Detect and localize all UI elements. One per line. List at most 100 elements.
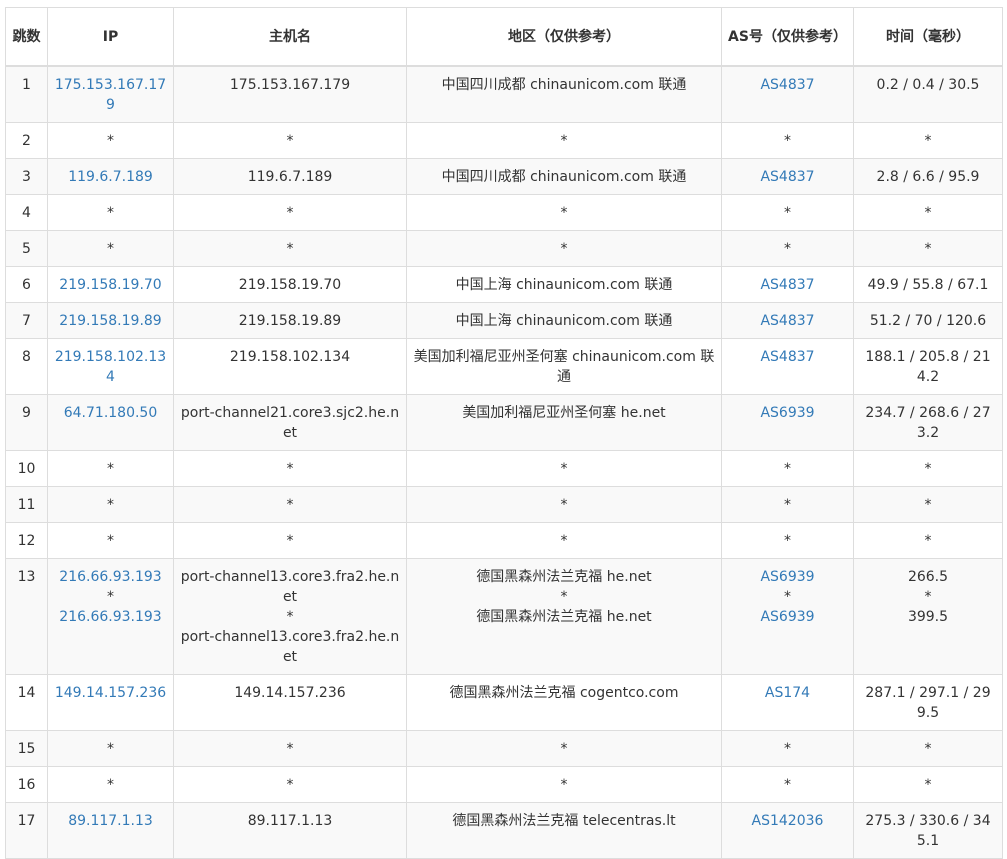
hostname-text: port-channel13.core3.fra2.he.net xyxy=(180,629,400,665)
as-link[interactable]: AS6939 xyxy=(728,567,847,587)
header-time: 时间（毫秒） xyxy=(853,7,1003,67)
ip-link[interactable]: 89.117.1.13 xyxy=(54,811,167,831)
time-cell: 49.9 / 55.8 / 67.1 xyxy=(853,266,1003,303)
as-link[interactable]: AS4837 xyxy=(728,347,847,367)
table-row: 9 64.71.180.50 port-channel21.core3.sjc2.h… xyxy=(5,394,1003,451)
ip-text: * xyxy=(107,241,114,257)
time-cell: * xyxy=(853,122,1003,159)
as-text: * xyxy=(784,205,791,221)
ip-cell: 89.117.1.13 xyxy=(47,802,174,859)
hostname-cell: * xyxy=(173,230,407,267)
time-text: 51.2 / 70 / 120.6 xyxy=(869,313,987,329)
as-text: * xyxy=(784,461,791,477)
ip-cell: * xyxy=(47,122,174,159)
header-ip: IP xyxy=(47,7,174,67)
hop-number: 6 xyxy=(5,266,48,303)
as-link[interactable]: AS142036 xyxy=(728,811,847,831)
ip-link[interactable]: 219.158.19.70 xyxy=(54,275,167,295)
hostname-text: port-channel13.core3.fra2.he.net xyxy=(180,569,400,605)
hop-number: 11 xyxy=(5,486,48,523)
time-text: * xyxy=(924,241,932,257)
as-link[interactable]: AS6939 xyxy=(728,403,847,423)
ip-link[interactable]: 149.14.157.236 xyxy=(54,683,167,703)
time-cell: * xyxy=(853,194,1003,231)
hostname-cell: port-channel13.core3.fra2.he.net * port-ch… xyxy=(173,558,407,675)
region-text: 中国上海 chinaunicom.com 联通 xyxy=(455,277,673,293)
ip-link[interactable]: 219.158.102.134 xyxy=(54,347,167,387)
hostname-cell: * xyxy=(173,730,407,767)
as-link[interactable]: AS4837 xyxy=(728,167,847,187)
hostname-text: * xyxy=(286,497,294,513)
table-row: 10 * * * * * xyxy=(5,450,1003,487)
table-row: 6 219.158.19.70 219.158.19.70 中国上海 chinauni… xyxy=(5,266,1003,303)
ip-cell: 219.158.19.70 xyxy=(47,266,174,303)
as-link[interactable]: AS4837 xyxy=(728,311,847,331)
time-text: * xyxy=(924,589,932,605)
table-row: 12 * * * * * xyxy=(5,522,1003,559)
table-row: 14 149.14.157.236 149.14.157.236 德国黑森州法兰克福 … xyxy=(5,674,1003,731)
hostname-cell: 219.158.102.134 xyxy=(173,338,407,395)
as-link[interactable]: AS6939 xyxy=(728,607,847,627)
region-cell: * xyxy=(406,522,722,559)
hop-number: 13 xyxy=(5,558,48,675)
time-text: * xyxy=(924,533,932,549)
region-cell: 美国加利福尼亚州圣何塞 chinaunicom.com 联通 xyxy=(406,338,722,395)
region-cell: 德国黑森州法兰克福 he.net * 德国黑森州法兰克福 he.net xyxy=(406,558,722,675)
region-cell: 德国黑森州法兰克福 telecentras.lt xyxy=(406,802,722,859)
ip-cell: * xyxy=(47,486,174,523)
hostname-cell: 219.158.19.89 xyxy=(173,302,407,339)
table-row: 5 * * * * * xyxy=(5,230,1003,267)
time-cell: * xyxy=(853,486,1003,523)
hostname-cell: 175.153.167.179 xyxy=(173,65,407,123)
time-cell: * xyxy=(853,766,1003,803)
table-row: 11 * * * * * xyxy=(5,486,1003,523)
region-text: 德国黑森州法兰克福 he.net xyxy=(476,569,652,585)
ip-text: * xyxy=(107,205,114,221)
hop-number: 3 xyxy=(5,158,48,195)
ip-text: * xyxy=(107,133,114,149)
hop-number: 10 xyxy=(5,450,48,487)
time-cell: 266.5 * 399.5 xyxy=(853,558,1003,675)
hop-number: 1 xyxy=(5,65,48,123)
ip-link[interactable]: 216.66.93.193 xyxy=(54,607,167,627)
table-row: 17 89.117.1.13 89.117.1.13 德国黑森州法兰克福 telece… xyxy=(5,802,1003,859)
ip-link[interactable]: 219.158.19.89 xyxy=(54,311,167,331)
as-cell: AS4837 xyxy=(721,302,854,339)
time-cell: * xyxy=(853,730,1003,767)
as-cell: * xyxy=(721,730,854,767)
region-cell: 美国加利福尼亚州圣何塞 he.net xyxy=(406,394,722,451)
hop-number: 14 xyxy=(5,674,48,731)
table-row: 7 219.158.19.89 219.158.19.89 中国上海 chinauni… xyxy=(5,302,1003,339)
ip-link[interactable]: 64.71.180.50 xyxy=(54,403,167,423)
time-text: 0.2 / 0.4 / 30.5 xyxy=(876,77,980,93)
hostname-cell: * xyxy=(173,122,407,159)
time-text: 2.8 / 6.6 / 95.9 xyxy=(876,169,980,185)
ip-cell: * xyxy=(47,730,174,767)
region-text: 德国黑森州法兰克福 telecentras.lt xyxy=(452,813,676,829)
ip-text: * xyxy=(107,497,114,513)
table-row: 4 * * * * * xyxy=(5,194,1003,231)
table-header-row: 跳数 IP 主机名 地区（仅供参考） AS号（仅供参考） 时间（毫秒） xyxy=(5,7,1003,67)
region-cell: 中国上海 chinaunicom.com 联通 xyxy=(406,266,722,303)
as-link[interactable]: AS4837 xyxy=(728,75,847,95)
time-text: * xyxy=(924,133,932,149)
hostname-text: 219.158.19.70 xyxy=(238,277,342,293)
region-text: * xyxy=(560,589,568,605)
ip-link[interactable]: 216.66.93.193 xyxy=(54,567,167,587)
as-link[interactable]: AS174 xyxy=(728,683,847,703)
region-cell: * xyxy=(406,230,722,267)
ip-link[interactable]: 175.153.167.179 xyxy=(54,75,167,115)
table-row: 8 219.158.102.134 219.158.102.134 美国加利福尼亚州圣… xyxy=(5,338,1003,395)
time-text: 266.5 xyxy=(907,569,949,585)
ip-cell: * xyxy=(47,766,174,803)
hostname-text: * xyxy=(286,133,294,149)
ip-link[interactable]: 119.6.7.189 xyxy=(54,167,167,187)
hostname-text: * xyxy=(286,609,294,625)
time-cell: 234.7 / 268.6 / 273.2 xyxy=(853,394,1003,451)
region-text: * xyxy=(560,133,568,149)
as-link[interactable]: AS4837 xyxy=(728,275,847,295)
as-cell: * xyxy=(721,486,854,523)
time-text: 234.7 / 268.6 / 273.2 xyxy=(865,405,991,441)
hop-number: 5 xyxy=(5,230,48,267)
region-text: * xyxy=(560,241,568,257)
